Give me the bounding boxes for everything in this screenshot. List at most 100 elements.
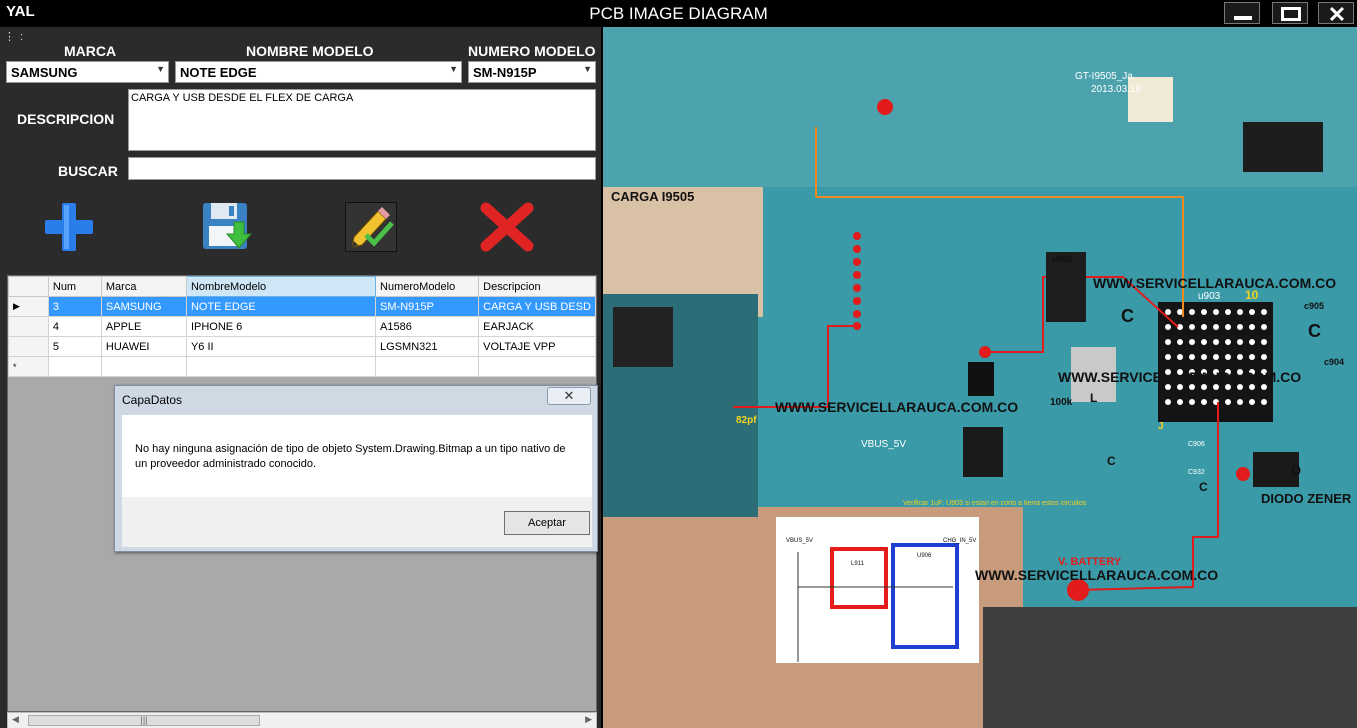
pcb-image-panel: GT-I9505_Ja 2013.03.18 CARGA I9505 WWW.S… [603,27,1357,728]
pcb-diagram-image: GT-I9505_Ja 2013.03.18 CARGA I9505 WWW.S… [603,27,1357,728]
grid-header-row: Num Marca NombreModelo NumeroModelo Desc… [8,276,596,297]
plus-icon [45,203,93,251]
pcb-label-c-3: C [1107,454,1116,468]
pcb-label-100k: 100k [1050,397,1073,408]
buscar-label: BUSCAR [58,163,118,179]
table-row[interactable]: ▶ 3 SAMSUNG NOTE EDGE SM-N915P CARGA Y U… [8,296,596,317]
pcb-watermark-2: WWW.SERVICELLARAUCA.COM.CO [1058,369,1301,385]
cell-new[interactable] [47,356,102,377]
minimize-icon [1234,16,1252,20]
add-button[interactable] [42,200,96,254]
buscar-input[interactable] [128,157,596,180]
cell-descripcion[interactable]: VOLTAJE VPP [478,336,596,357]
column-header-numero-modelo[interactable]: NumeroModelo [375,276,480,297]
column-header-num[interactable]: Num [47,276,102,297]
dialog-close-button[interactable]: ✕ [547,387,591,405]
dialog-footer: Aceptar [122,497,592,547]
pcb-label-u906: u906 [1052,254,1073,264]
schematic-label-u906: U906 [917,553,932,559]
pcb-label-diodo-zener: DIODO ZENER [1261,491,1352,506]
cell-numero-modelo[interactable]: LGSMN321 [375,336,480,357]
cell-numero-modelo[interactable]: SM-N915P [375,296,480,317]
cell-marca[interactable]: HUAWEI [100,336,187,357]
pcb-watermark-1: WWW.SERVICELLARAUCA.COM.CO [1093,275,1336,291]
chevron-down-icon: ▼ [156,64,165,74]
schematic-label-l911: L911 [851,561,865,567]
pcb-label-c905: c905 [1304,301,1324,311]
scroll-left-icon[interactable]: ◀ [12,714,19,725]
descripcion-textarea[interactable]: CARGA Y USB DESDE EL FLEX DE CARGA [128,89,596,151]
edit-button[interactable] [345,202,397,252]
minimize-button[interactable] [1224,2,1260,24]
title-bar: YAL PCB IMAGE DIAGRAM ✕ [0,0,1357,27]
pcb-label-j: J [1158,421,1164,432]
grid-corner-header [8,276,49,297]
pcb-board-id: GT-I9505_Ja [1075,71,1133,82]
cell-new[interactable] [100,356,187,377]
nombre-modelo-label: NOMBRE MODELO [246,43,374,59]
pcb-label-u903: u903 [1198,291,1221,302]
nombre-modelo-select[interactable]: NOTE EDGE ▼ [175,61,462,83]
column-header-descripcion[interactable]: Descripcion [478,276,596,297]
pcb-label-l: L [1090,391,1097,405]
pcb-label-c-1: C [1121,306,1134,326]
pcb-label-d: D [1291,462,1301,478]
maximize-button[interactable] [1272,2,1308,24]
cell-num[interactable]: 4 [47,316,102,337]
scroll-right-icon[interactable]: ▶ [585,714,592,725]
marca-select-value: SAMSUNG [11,65,78,80]
cell-num[interactable]: 3 [47,296,102,317]
table-row[interactable]: 4 APPLE IPHONE 6 A1586 EARJACK [8,316,596,337]
schematic-label-chg: CHG_IN_5V [943,538,976,544]
cell-new[interactable] [478,356,596,377]
pcb-label-c904: c904 [1324,357,1344,367]
numero-modelo-label: NUMERO MODELO [468,43,596,59]
cell-marca[interactable]: APPLE [100,316,187,337]
pcb-label-c932: C932 [1188,469,1205,476]
pcb-label-82pf: 82pf [736,415,757,426]
nombre-modelo-select-value: NOTE EDGE [180,65,257,80]
grid-horizontal-scrollbar[interactable]: ◀ ||| ▶ [7,712,597,728]
delete-x-icon [480,202,534,252]
cell-nombre-modelo[interactable]: IPHONE 6 [185,316,377,337]
table-row[interactable]: 5 HUAWEI Y6 II LGSMN321 VOLTAJE VPP [8,336,596,357]
error-dialog: CapaDatos ✕ No hay ninguna asignación de… [114,385,598,552]
column-header-marca[interactable]: Marca [100,276,187,297]
pcb-date: 2013.03.18 [1091,84,1141,95]
pcb-label-vbus: VBUS_5V [861,439,906,450]
descripcion-label: DESCRIPCION [17,111,115,127]
cell-numero-modelo[interactable]: A1586 [375,316,480,337]
marca-select[interactable]: SAMSUNG ▼ [6,61,169,83]
row-header[interactable] [8,316,49,337]
grid-table: Num Marca NombreModelo NumeroModelo Desc… [8,276,596,377]
grip-icon: ⋮ : [4,31,25,43]
pcb-watermark-4: WWW.SERVICELLARAUCA.COM.CO [975,567,1218,583]
numero-modelo-select-value: SM-N915P [473,65,537,80]
numero-modelo-select[interactable]: SM-N915P ▼ [468,61,596,83]
chevron-down-icon: ▼ [449,64,458,74]
row-header[interactable] [8,336,49,357]
cell-marca[interactable]: SAMSUNG [100,296,187,317]
pcb-label-v-battery: V. BATTERY [1058,556,1122,568]
new-row[interactable]: * [8,356,596,377]
close-button[interactable]: ✕ [1318,2,1354,27]
cell-new[interactable] [185,356,377,377]
save-button[interactable] [200,200,254,254]
window-title: PCB IMAGE DIAGRAM [589,4,768,23]
cell-nombre-modelo[interactable]: Y6 II [185,336,377,357]
pcb-note: Verificar 1uF: U903 si estan en corto a … [903,500,1087,507]
column-header-nombre-modelo[interactable]: NombreModelo [185,276,377,297]
pcb-label-10: 10 [1245,288,1259,302]
cell-nombre-modelo[interactable]: NOTE EDGE [185,296,377,317]
chevron-down-icon: ▼ [583,64,592,74]
scroll-thumb[interactable]: ||| [28,715,260,726]
dialog-ok-button[interactable]: Aceptar [504,511,590,535]
cell-descripcion[interactable]: EARJACK [478,316,596,337]
cell-descripcion[interactable]: CARGA Y USB DESD [478,296,596,317]
row-pointer-icon: ▶ [8,296,49,317]
maximize-icon [1281,7,1301,21]
cell-new[interactable] [375,356,480,377]
cell-num[interactable]: 5 [47,336,102,357]
delete-button[interactable] [480,202,534,256]
pcb-label-c906: C906 [1188,441,1205,448]
